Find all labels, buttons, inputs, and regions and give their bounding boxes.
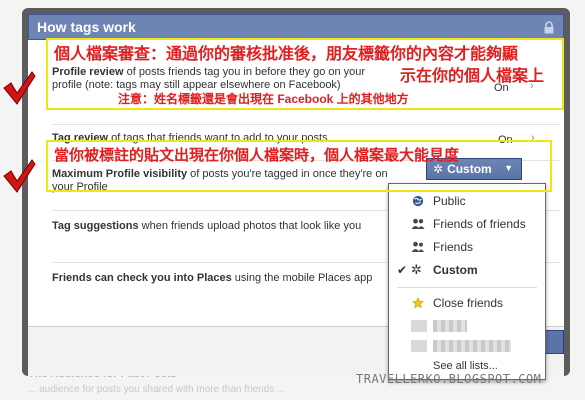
red-checkmark-icon — [3, 71, 36, 105]
menu-item-custom[interactable]: ✔ ✲ Custom — [389, 259, 545, 281]
menu-item-public[interactable]: Public — [389, 190, 545, 212]
menu-item-friends-of-friends[interactable]: Friends of friends — [389, 213, 545, 235]
menu-item-friends[interactable]: Friends — [389, 236, 545, 258]
lock-icon — [544, 21, 554, 34]
setting-title: Tag suggestions — [52, 220, 139, 232]
star-icon — [412, 297, 424, 309]
friends-icon — [411, 241, 424, 252]
menu-item-label: Custom — [433, 263, 478, 277]
redacted-name — [433, 320, 467, 332]
red-checkmark-icon — [3, 159, 36, 193]
menu-item-label: Friends of friends — [433, 217, 526, 231]
visibility-menu: Public Friends of friends Friends ✔ ✲ Cu… — [388, 183, 546, 380]
list-avatar-icon — [411, 320, 427, 332]
annotation-note: 注意：姓名標籤還是會出現在 Facebook 上的其他地方 — [118, 92, 409, 106]
setting-places-checkin[interactable]: Friends can check you into Places using … — [52, 272, 402, 285]
redacted-name — [433, 340, 511, 352]
menu-divider — [397, 287, 537, 288]
menu-item-close-friends[interactable]: Close friends — [389, 292, 545, 314]
setting-title: Friends can check you into Places — [52, 272, 232, 284]
menu-item-label: Close friends — [433, 296, 504, 310]
menu-item-label: Public — [433, 194, 466, 208]
annotation-text: 當你被標註的貼文出現在你個人檔案時，個人檔案最大能見度 — [54, 147, 460, 164]
annotation-text: 示在你的個人檔案上 — [400, 68, 545, 85]
annotation-text: 個人檔案審查：通過你的審核批准後，朋友標籤你的內容才能夠顯 — [54, 46, 519, 63]
menu-item-custom-list[interactable] — [411, 339, 511, 353]
checkmark-icon: ✔ — [397, 263, 408, 277]
friends-of-friends-icon — [411, 218, 425, 229]
dialog-title: How tags work — [37, 19, 136, 35]
setting-tag-suggestions[interactable]: Tag suggestions when friends upload phot… — [52, 220, 392, 233]
globe-icon — [412, 195, 424, 207]
setting-description: when friends upload photos that look lik… — [138, 220, 362, 232]
watermark: TRAVELLERKO.BLOGSPOT.COM — [356, 372, 542, 386]
divider — [52, 124, 560, 125]
gear-icon: ✲ — [411, 262, 422, 277]
dialog-title-bar: How tags work — [28, 14, 564, 40]
list-avatar-icon — [411, 340, 427, 352]
background-subtext: ... audience for posts you shared with m… — [28, 384, 286, 395]
setting-description: using the mobile Places app — [231, 272, 373, 284]
menu-item-label: Friends — [433, 240, 474, 254]
menu-item-custom-list[interactable] — [411, 319, 511, 333]
see-all-lists-link[interactable]: See all lists... — [433, 360, 498, 372]
